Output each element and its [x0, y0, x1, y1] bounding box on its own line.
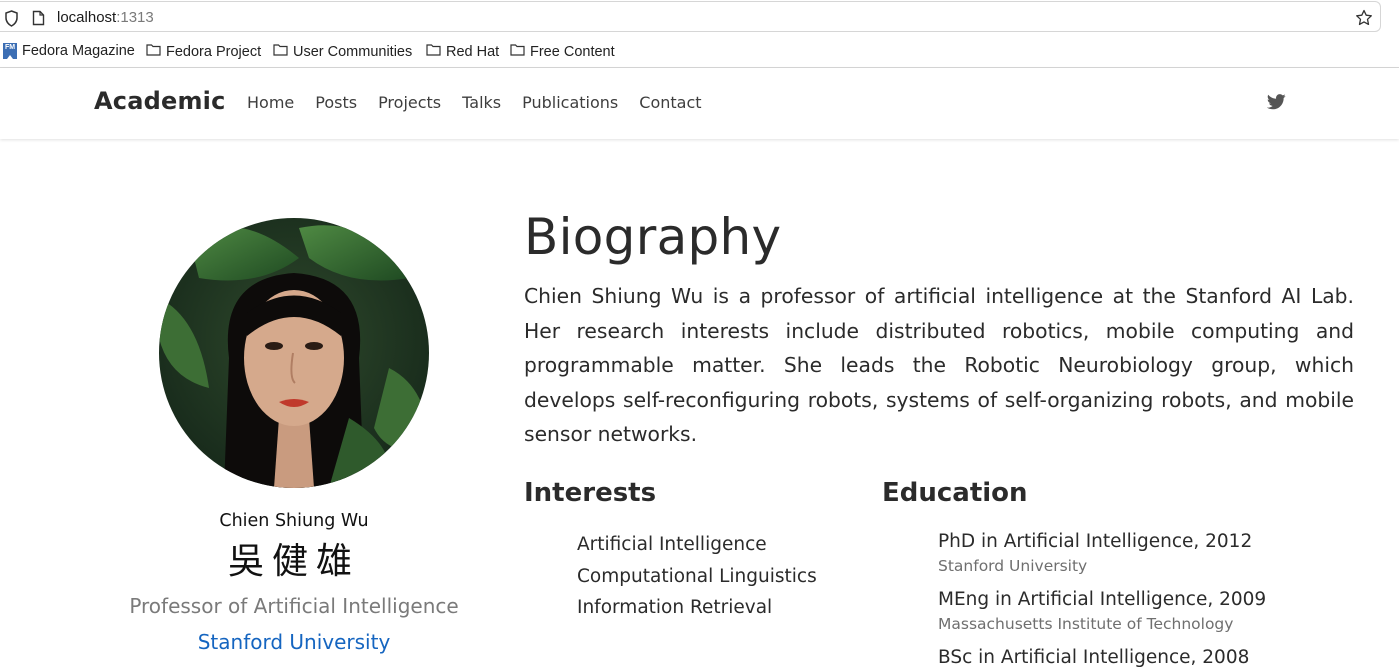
bookmark-label: Red Hat — [446, 43, 500, 60]
bookmark-user-communities[interactable]: User Communities — [273, 43, 412, 60]
organization-link[interactable]: Stanford University — [198, 630, 391, 654]
bookmarks-toolbar: FM Fedora Magazine Fedora Project User C… — [0, 34, 1399, 68]
browser-url-bar: localhost:1313 — [0, 0, 1399, 34]
folder-icon — [426, 43, 441, 60]
profile-name-cjk: 吳健雄 — [227, 541, 360, 582]
nav-projects[interactable]: Projects — [378, 93, 441, 112]
education-item: BSc in Artificial Intelligence, 2008 — [938, 645, 1266, 669]
profile-organization: Stanford University — [94, 630, 494, 654]
site-navbar: Academic Home Posts Projects Talks Publi… — [0, 68, 1399, 139]
education-list: PhD in Artificial Intelligence, 2012 Sta… — [938, 529, 1266, 669]
nav-links: Home Posts Projects Talks Publications C… — [247, 93, 723, 112]
fedora-magazine-icon: FM — [3, 43, 17, 59]
url-host: localhost — [57, 9, 117, 26]
interests-list: Artificial Intelligence Computational Li… — [577, 529, 817, 624]
education-institution: Stanford University — [938, 557, 1088, 575]
bookmark-fedora-magazine[interactable]: FM Fedora Magazine — [3, 43, 135, 59]
nav-posts[interactable]: Posts — [315, 93, 357, 112]
url-text[interactable]: localhost:1313 — [57, 9, 154, 26]
bookmark-fedora-project[interactable]: Fedora Project — [146, 43, 261, 60]
folder-icon — [510, 43, 525, 60]
bookmark-label: Fedora Magazine — [22, 43, 135, 59]
bookmark-star-icon[interactable] — [1355, 9, 1373, 31]
profile-name: Chien Shiung Wu — [219, 511, 369, 531]
education-item: MEng in Artificial Intelligence, 2009 Ma… — [938, 587, 1266, 636]
education-degree: BSc in Artificial Intelligence, 2008 — [938, 647, 1250, 668]
bookmark-red-hat[interactable]: Red Hat — [426, 43, 499, 60]
profile-role: Professor of Artificial Intelligence — [129, 594, 459, 618]
url-port: :1313 — [116, 9, 154, 26]
nav-talks[interactable]: Talks — [462, 93, 501, 112]
education-degree: MEng in Artificial Intelligence, 2009 — [938, 589, 1267, 610]
site-brand[interactable]: Academic — [94, 87, 226, 115]
interests-heading: Interests — [524, 478, 657, 508]
interest-item: Computational Linguistics — [577, 565, 817, 587]
biography-heading: Biography — [524, 208, 782, 266]
bookmark-label: Fedora Project — [166, 43, 262, 60]
biography-text: Chien Shiung Wu is a professor of artifi… — [524, 284, 1354, 446]
nav-publications[interactable]: Publications — [522, 93, 618, 112]
interest-item: Artificial Intelligence — [577, 534, 767, 555]
page-icon — [32, 10, 45, 30]
bookmark-free-content[interactable]: Free Content — [510, 43, 615, 60]
avatar — [159, 218, 429, 488]
folder-icon — [273, 43, 288, 60]
twitter-icon[interactable] — [1266, 94, 1286, 114]
nav-home[interactable]: Home — [247, 93, 294, 112]
interest-item: Information Retrieval — [577, 597, 773, 618]
bookmark-label: Free Content — [530, 43, 615, 60]
folder-icon — [146, 43, 161, 60]
fedora-badge-text: FM — [4, 44, 16, 51]
education-institution: Massachusetts Institute of Technology — [938, 615, 1234, 633]
education-item: PhD in Artificial Intelligence, 2012 Sta… — [938, 529, 1266, 578]
shield-icon[interactable] — [4, 10, 19, 31]
bookmark-label: User Communities — [293, 43, 413, 60]
education-degree: PhD in Artificial Intelligence, 2012 — [938, 531, 1253, 552]
address-field[interactable]: localhost:1313 — [0, 1, 1381, 32]
education-heading: Education — [882, 478, 1028, 508]
nav-contact[interactable]: Contact — [639, 93, 701, 112]
